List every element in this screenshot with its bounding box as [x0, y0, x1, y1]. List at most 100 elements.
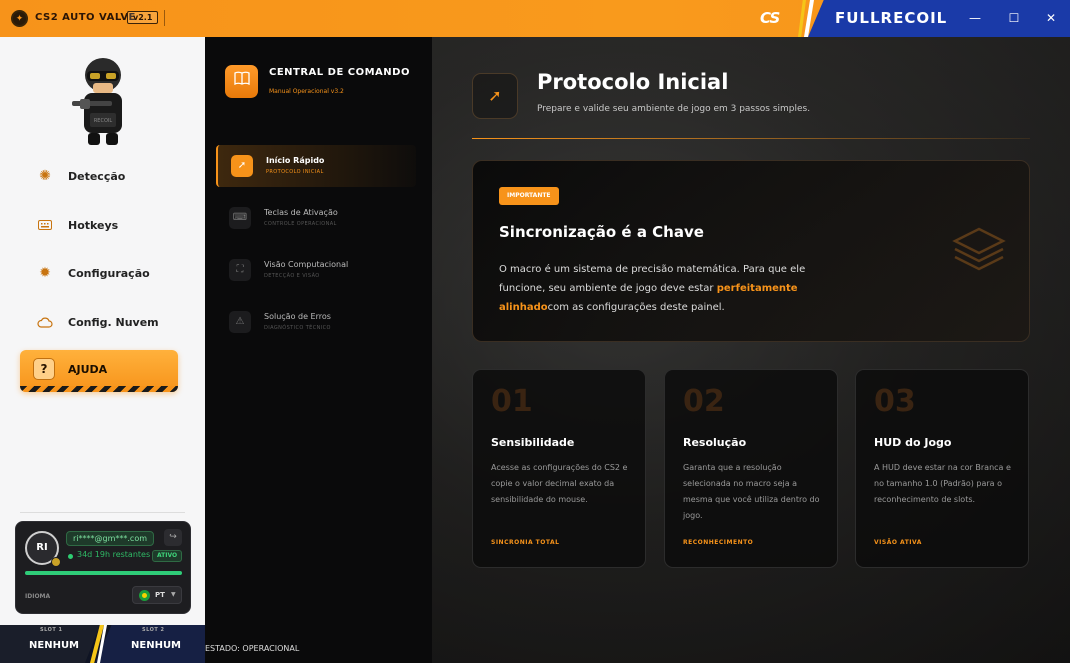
menu-item-title: Início Rápido	[266, 156, 325, 165]
slot-1-value: NENHUM	[29, 640, 80, 651]
avatar-status-dot	[51, 557, 61, 567]
menu-item-title: Visão Computacional	[264, 260, 349, 269]
menu-item-subtitle: PROTOCOLO INICIAL	[266, 169, 324, 175]
remaining-time: 34d 19h restantes	[77, 550, 151, 559]
chevron-down-icon: ▼	[171, 591, 176, 598]
step-body: A HUD deve estar na cor Branca e no tama…	[874, 463, 1011, 504]
step-card-3: 03 HUD do Jogo A HUD deve estar na cor B…	[855, 369, 1029, 568]
soldier-mascot-icon: RECOIL	[72, 58, 122, 145]
mascot-avatar: RECOIL	[66, 55, 140, 147]
gear-icon: ✹	[39, 265, 51, 281]
sidebar: RECOIL ✺ Detecção Hotkeys ✹ Configuração	[0, 37, 205, 663]
menu-item-teclas-ativacao[interactable]: ⌨ Teclas de Ativação CONTROLE OPERACIONA…	[216, 197, 416, 239]
maximize-button[interactable]: ☐	[1005, 9, 1023, 27]
sidebar-item-label: AJUDA	[68, 363, 108, 376]
sidebar-item-ajuda[interactable]: ? AJUDA	[20, 350, 178, 392]
sidebar-item-label: Config. Nuvem	[68, 315, 159, 329]
help-icon: ?	[33, 358, 55, 380]
rocket-icon: ➚	[472, 73, 518, 119]
sidebar-item-configuracao[interactable]: ✹ Configuração	[20, 253, 180, 293]
slots-bar: SLOT 1 NENHUM SLOT 2 NENHUM	[0, 625, 205, 663]
svg-text:RECOIL: RECOIL	[94, 118, 113, 124]
command-subtitle: Manual Operacional v3.2	[269, 88, 344, 95]
important-card: IMPORTANTE Sincronização é a Chave O mac…	[472, 160, 1030, 342]
step-title: HUD do Jogo	[874, 436, 952, 449]
keyboard-icon	[36, 216, 54, 234]
slot-2-label: SLOT 2	[142, 627, 165, 633]
title-bar: ✦ CS2 AUTO VALVE v2.1 CS FULLRECOIL — ☐ …	[0, 0, 1070, 37]
keyboard-icon: ⌨	[229, 207, 251, 229]
user-email: ri****@gm***.com	[66, 531, 155, 546]
book-icon	[225, 65, 258, 98]
menu-item-subtitle: DIAGNÓSTICO TÉCNICO	[264, 325, 331, 331]
menu-item-title: Solução de Erros	[264, 312, 331, 321]
license-progress-bar	[25, 571, 182, 575]
menu-item-inicio-rapido[interactable]: ➚ Início Rápido PROTOCOLO INICIAL	[216, 145, 416, 187]
sidebar-item-label: Configuração	[68, 266, 150, 280]
command-panel: CENTRAL DE COMANDO Manual Operacional v3…	[205, 37, 432, 663]
sidebar-item-label: Hotkeys	[68, 218, 119, 232]
header-divider	[472, 138, 1030, 139]
menu-item-visao-computacional[interactable]: ⛶ Visão Computacional DETECÇÃO E VISÃO	[216, 249, 416, 291]
step-card-2: 02 Resolução Garanta que a resolução sel…	[664, 369, 838, 568]
menu-item-solucao-erros[interactable]: ⚠ Solução de Erros DIAGNÓSTICO TÉCNICO	[216, 301, 416, 343]
slot-1-label: SLOT 1	[40, 627, 63, 633]
sidebar-item-config-nuvem[interactable]: Config. Nuvem	[20, 302, 180, 342]
brand-fullrecoil-logo: FULLRECOIL	[835, 9, 948, 27]
step-body: Acesse as configurações do CS2 e copie o…	[491, 463, 628, 504]
step-body: Garanta que a resolução selecionada no m…	[683, 463, 820, 520]
version-badge: v2.1	[127, 11, 159, 24]
step-number: 02	[683, 384, 725, 419]
important-title: Sincronização é a Chave	[499, 223, 704, 241]
layers-icon	[952, 227, 1006, 271]
step-footer: VISÃO ATIVA	[874, 539, 922, 546]
brazil-flag-icon	[139, 590, 150, 601]
sidebar-item-deteccao[interactable]: ✺ Detecção	[20, 156, 180, 196]
important-badge: IMPORTANTE	[499, 187, 559, 205]
user-card: RI ri****@gm***.com ↪ 34d 19h restantes …	[15, 521, 191, 614]
app-logo-icon: ✦	[11, 10, 28, 27]
page-subtitle: Prepare e valide seu ambiente de jogo em…	[537, 104, 811, 114]
brand-stripe-yellow	[798, 0, 806, 37]
status-badge: ATIVO	[152, 550, 183, 562]
menu-item-subtitle: CONTROLE OPERACIONAL	[264, 221, 337, 227]
step-number: 03	[874, 384, 916, 419]
language-select[interactable]: PT ▼	[132, 586, 182, 604]
minimize-button[interactable]: —	[966, 9, 984, 27]
command-title: CENTRAL DE COMANDO	[269, 67, 410, 78]
main-content: ➚ Protocolo Inicial Prepare e valide seu…	[432, 37, 1070, 663]
step-title: Sensibilidade	[491, 436, 575, 449]
rocket-icon: ➚	[231, 155, 253, 177]
step-number: 01	[491, 384, 533, 419]
language-value: PT	[155, 591, 165, 599]
step-title: Resolução	[683, 436, 747, 449]
app-window: ✦ CS2 AUTO VALVE v2.1 CS FULLRECOIL — ☐ …	[0, 0, 1070, 663]
important-body: O macro é um sistema de precisão matemát…	[499, 260, 819, 317]
app-title: CS2 AUTO VALVE	[35, 12, 136, 23]
brand-cs-logo: CS	[760, 9, 780, 27]
sidebar-item-hotkeys[interactable]: Hotkeys	[20, 205, 180, 245]
online-dot	[68, 554, 73, 559]
close-button[interactable]: ✕	[1042, 9, 1060, 27]
sidebar-item-label: Detecção	[68, 169, 126, 183]
sun-icon: ✺	[39, 168, 51, 184]
hazard-stripe	[20, 386, 178, 392]
step-footer: RECONHECIMENTO	[683, 539, 754, 546]
title-divider	[164, 10, 165, 26]
brand-banner: CS FULLRECOIL — ☐ ✕	[760, 0, 1070, 37]
menu-item-title: Teclas de Ativação	[264, 208, 338, 217]
menu-item-subtitle: DETECÇÃO E VISÃO	[264, 273, 320, 279]
logout-button[interactable]: ↪	[164, 529, 182, 546]
step-card-1: 01 Sensibilidade Acesse as configurações…	[472, 369, 646, 568]
sidebar-divider	[20, 512, 185, 513]
important-body-text-end: com as configurações deste painel.	[547, 302, 725, 313]
slot-2-value: NENHUM	[131, 640, 182, 651]
logout-icon: ↪	[169, 532, 177, 542]
language-label: IDIOMA	[25, 593, 51, 600]
step-footer: SINCRONIA TOTAL	[491, 539, 560, 546]
scan-icon: ⛶	[229, 259, 251, 281]
page-title: Protocolo Inicial	[537, 70, 729, 94]
status-text: ESTADO: OPERACIONAL	[205, 644, 300, 653]
warning-icon: ⚠	[229, 311, 251, 333]
cloud-icon	[36, 313, 54, 331]
